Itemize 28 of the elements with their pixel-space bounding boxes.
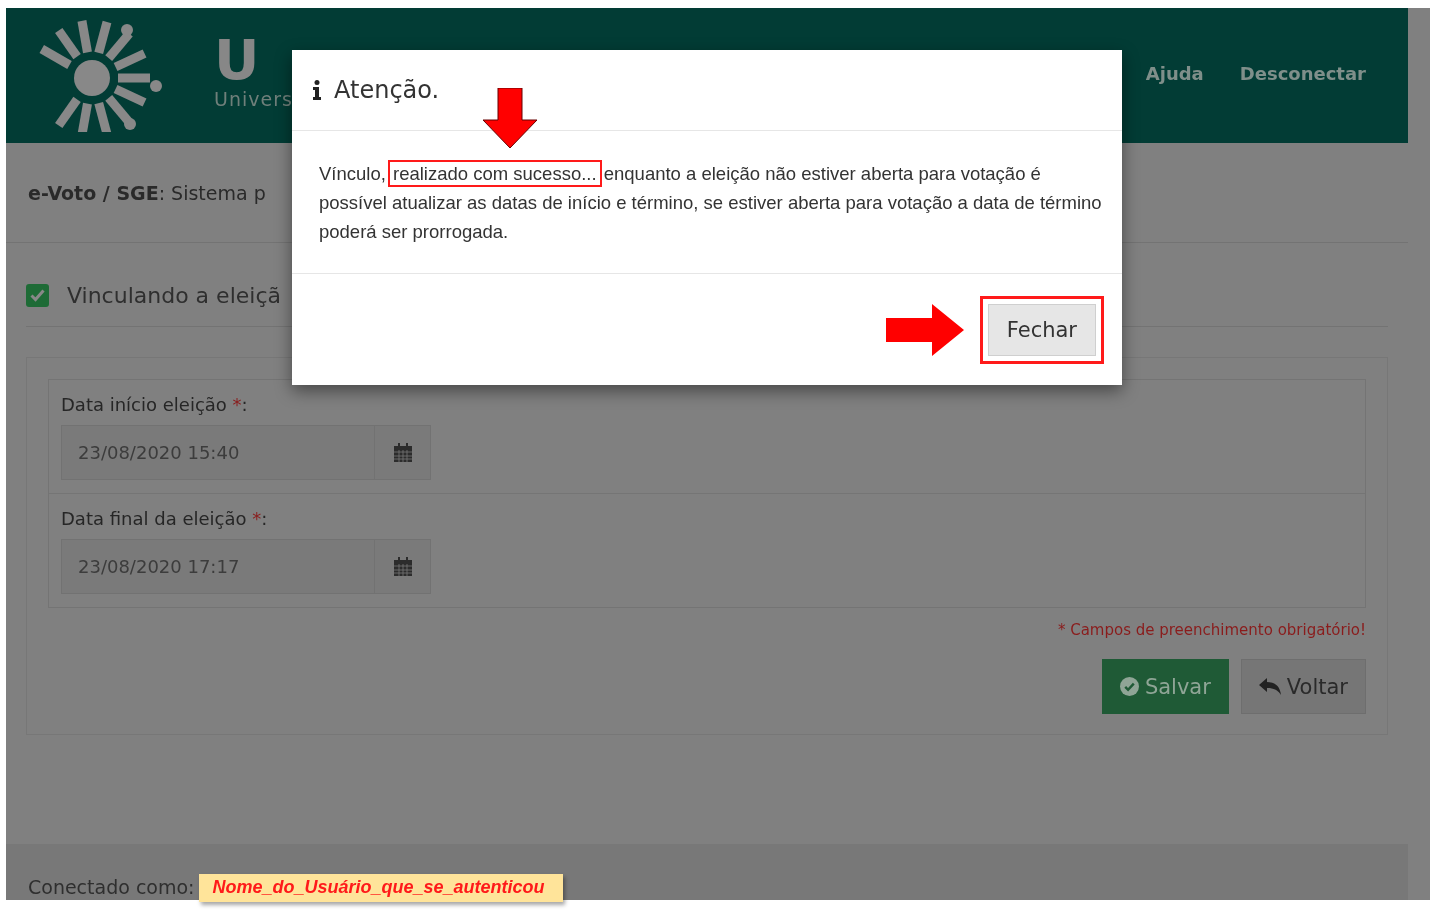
close-button[interactable]: Fechar: [987, 303, 1096, 356]
required-fields-note: * Campos de preenchimento obrigatório!: [1057, 621, 1366, 639]
dialog-title: Atenção.: [334, 76, 440, 104]
calendar-button[interactable]: [375, 539, 431, 594]
logo-subtitle: Univers: [214, 87, 293, 110]
breadcrumb-text: e-Voto / SGE: Sistema p: [28, 181, 266, 204]
arrow-icon: [483, 88, 537, 148]
calendar-icon: [392, 442, 413, 463]
dialog-message: Vínculo, realizado com sucesso... enquanto a eleição não estiver aberta para votação é possível atualizar as datas de início e término, se estiver aberta para votação a data de término poderá ser prorrogada.: [319, 159, 1102, 246]
user-name-tag: Nome_do_Usuário_que_se_autenticou: [198, 874, 563, 902]
calendar-icon: [392, 556, 413, 577]
nav-link[interactable]: Desconectar: [1239, 62, 1366, 84]
back-button[interactable]: Voltar: [1240, 659, 1366, 714]
date-input-field[interactable]: 23/08/2020 15:40: [61, 425, 375, 480]
nav-link[interactable]: Ajuda: [1145, 62, 1204, 84]
connected-as-label: Conectado como:: [28, 876, 195, 900]
checkmark-icon: [30, 289, 45, 302]
info-icon: [312, 80, 322, 100]
save-button[interactable]: Salvar: [1101, 659, 1229, 714]
section-title: Vinculando a eleiçã: [67, 283, 281, 308]
reply-arrow-icon: [1258, 677, 1281, 696]
field-label: Data início eleição *:: [61, 394, 249, 415]
check-circle-icon: [1119, 677, 1139, 696]
field-label: Data final da eleição *:: [61, 508, 269, 529]
calendar-button[interactable]: [375, 425, 431, 480]
date-input-field[interactable]: 23/08/2020 17:17: [61, 539, 375, 594]
logo-title: U: [214, 31, 260, 88]
arrow-icon: [885, 303, 964, 356]
